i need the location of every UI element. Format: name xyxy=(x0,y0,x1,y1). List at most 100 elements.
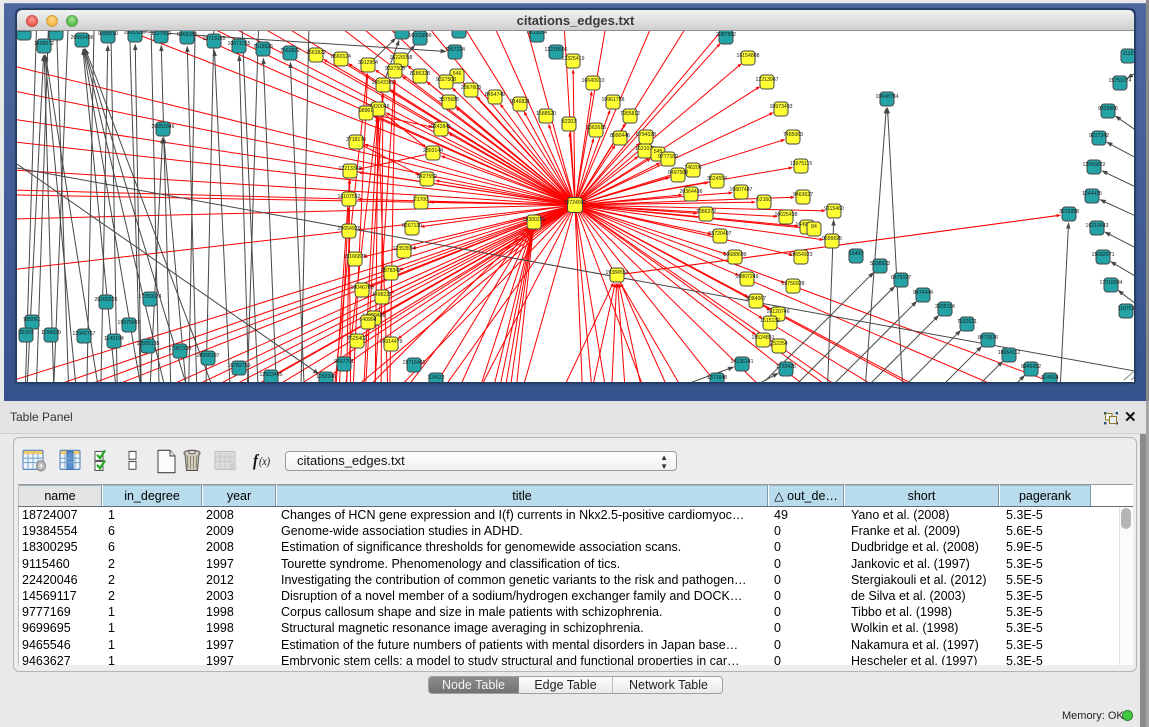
svg-text:20364436: 20364436 xyxy=(680,189,703,195)
svg-text:1244415: 1244415 xyxy=(1082,191,1102,197)
svg-text:19524851: 19524851 xyxy=(752,335,775,341)
svg-text:116753: 116753 xyxy=(1118,306,1134,312)
svg-text:9463627: 9463627 xyxy=(793,192,813,198)
svg-text:10807487: 10807487 xyxy=(730,187,753,193)
svg-text:10653267: 10653267 xyxy=(124,31,147,36)
svg-text:82203: 82203 xyxy=(562,119,576,125)
svg-text:12093822: 12093822 xyxy=(1083,162,1106,168)
svg-text:15720407: 15720407 xyxy=(709,231,732,237)
svg-text:5938923: 5938923 xyxy=(870,261,890,267)
svg-text:15226058: 15226058 xyxy=(390,55,413,61)
svg-text:8813054: 8813054 xyxy=(527,31,547,36)
svg-text:10958107: 10958107 xyxy=(197,353,220,359)
svg-text:9095510: 9095510 xyxy=(98,31,118,37)
svg-text:17957225: 17957225 xyxy=(169,346,192,352)
svg-text:18300295: 18300295 xyxy=(523,217,546,223)
svg-text:10648784: 10648784 xyxy=(876,94,899,100)
svg-text:7485063: 7485063 xyxy=(783,132,803,138)
svg-text:19384554: 19384554 xyxy=(606,270,629,276)
svg-text:12213369: 12213369 xyxy=(339,166,362,172)
svg-text:8660124: 8660124 xyxy=(331,54,351,60)
svg-text:7386372: 7386372 xyxy=(696,209,716,215)
svg-text:20206526: 20206526 xyxy=(95,297,118,303)
svg-text:9146821: 9146821 xyxy=(510,99,530,105)
svg-text:19654923: 19654923 xyxy=(790,252,813,258)
svg-text:13325419: 13325419 xyxy=(562,56,585,62)
svg-text:1145194: 1145194 xyxy=(104,336,124,342)
svg-text:13218506: 13218506 xyxy=(545,47,568,53)
svg-text:9115460: 9115460 xyxy=(824,206,844,212)
svg-text:140994: 140994 xyxy=(359,317,376,323)
svg-text:18807249: 18807249 xyxy=(736,274,759,280)
svg-text:1733426: 1733426 xyxy=(776,364,796,370)
svg-text:14136141: 14136141 xyxy=(731,359,754,365)
svg-text:20894: 20894 xyxy=(49,31,63,34)
svg-text:9245652: 9245652 xyxy=(1021,364,1041,370)
svg-text:985061: 985061 xyxy=(23,317,40,323)
svg-text:3875685: 3875685 xyxy=(439,97,459,103)
svg-text:1588520: 1588520 xyxy=(536,111,556,117)
svg-text:7357224: 7357224 xyxy=(445,47,465,53)
svg-text:13975115: 13975115 xyxy=(790,161,813,167)
svg-text:16120746: 16120746 xyxy=(767,309,790,315)
svg-text:17016504: 17016504 xyxy=(1100,280,1123,286)
svg-text:8914: 8914 xyxy=(396,31,408,33)
svg-text:84: 84 xyxy=(811,224,817,230)
svg-text:7955812: 7955812 xyxy=(620,111,640,117)
svg-text:9327505: 9327505 xyxy=(385,66,405,72)
svg-text:2935114: 2935114 xyxy=(935,304,955,310)
svg-text:12353594: 12353594 xyxy=(393,246,416,252)
svg-text:16782759: 16782759 xyxy=(228,363,251,369)
svg-text:7625402: 7625402 xyxy=(347,336,367,342)
svg-text:104522: 104522 xyxy=(427,375,444,381)
svg-text:39159: 39159 xyxy=(19,330,33,336)
svg-text:19975867: 19975867 xyxy=(118,320,141,326)
svg-text:62160: 62160 xyxy=(757,197,771,203)
svg-text:1156829: 1156829 xyxy=(41,330,61,336)
svg-text:10046766: 10046766 xyxy=(351,285,374,291)
svg-text:2867608: 2867608 xyxy=(461,85,481,91)
svg-text:6466160: 6466160 xyxy=(177,32,197,38)
svg-text:9227342: 9227342 xyxy=(1089,133,1109,139)
svg-text:12213967: 12213967 xyxy=(756,77,779,83)
svg-text:9084067: 9084067 xyxy=(746,296,766,302)
svg-text:9329966: 9329966 xyxy=(1098,106,1118,112)
svg-text:19756928: 19756928 xyxy=(782,281,805,287)
svg-text:15751074: 15751074 xyxy=(1109,78,1132,84)
svg-text:9457791: 9457791 xyxy=(334,359,354,365)
svg-text:9327508: 9327508 xyxy=(436,77,456,83)
svg-text:9474444: 9474444 xyxy=(913,290,933,296)
svg-text:16543362: 16543362 xyxy=(372,80,395,86)
svg-text:2803144: 2803144 xyxy=(423,148,443,154)
svg-text:8267130: 8267130 xyxy=(402,223,422,229)
svg-text:6479197: 6479197 xyxy=(891,275,911,281)
svg-text:7663822: 7663822 xyxy=(280,48,300,54)
svg-text:10671355: 10671355 xyxy=(228,41,251,47)
svg-text:8454749: 8454749 xyxy=(485,92,505,98)
svg-text:(x): (x) xyxy=(259,456,271,468)
svg-text:10688609: 10688609 xyxy=(724,252,747,258)
svg-text:10973493: 10973493 xyxy=(770,104,793,110)
svg-text:1112: 1112 xyxy=(1123,51,1134,57)
svg-text:18724007: 18724007 xyxy=(564,200,587,206)
svg-text:924564: 924564 xyxy=(1041,375,1058,381)
svg-text:9242845: 9242845 xyxy=(431,124,451,130)
svg-text:98961: 98961 xyxy=(359,108,373,114)
svg-text:8990446: 8990446 xyxy=(610,133,630,139)
svg-text:546: 546 xyxy=(453,71,462,77)
svg-text:8186328: 8186328 xyxy=(410,71,430,77)
svg-text:1498222: 1498222 xyxy=(372,292,392,298)
svg-text:16154808: 16154808 xyxy=(737,53,760,59)
svg-text:7632621: 7632621 xyxy=(957,319,977,325)
svg-text:10961758: 10961758 xyxy=(602,97,625,103)
svg-text:7663822: 7663822 xyxy=(306,50,326,56)
svg-text:10654112: 10654112 xyxy=(998,350,1021,356)
svg-text:3624554: 3624554 xyxy=(707,176,727,182)
svg-text:15692971: 15692971 xyxy=(1092,252,1115,258)
svg-text:1362615: 1362615 xyxy=(586,125,606,131)
svg-text:12942757: 12942757 xyxy=(73,331,96,337)
svg-text:16405: 16405 xyxy=(849,251,863,257)
svg-text:10025438: 10025438 xyxy=(775,212,798,218)
svg-text:9699695: 9699695 xyxy=(822,236,842,242)
svg-text:16210643: 16210643 xyxy=(1086,223,1109,229)
